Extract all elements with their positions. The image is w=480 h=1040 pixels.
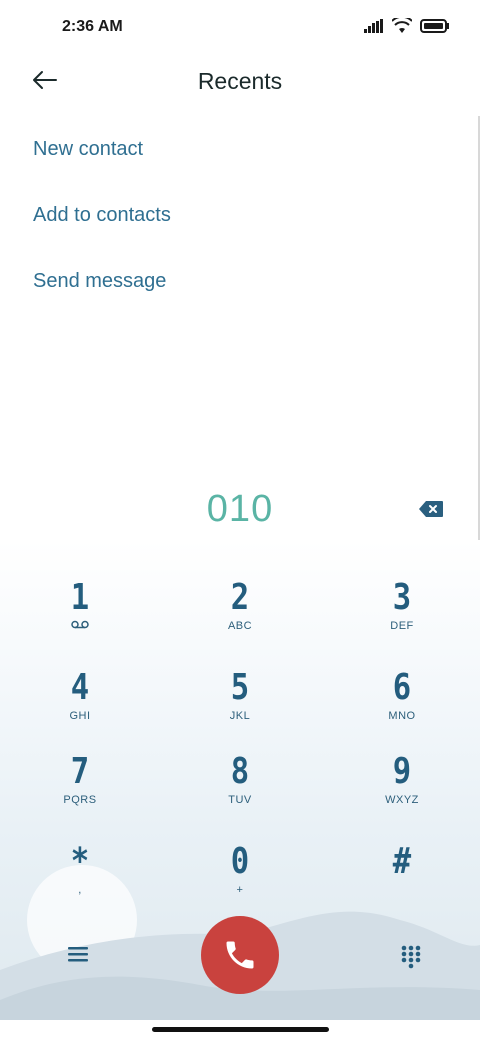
key-3[interactable]: 3 DEF: [337, 578, 467, 648]
key-letters: MNO: [388, 710, 416, 722]
key-digit: 4: [70, 667, 90, 708]
key-digit: 3: [392, 577, 412, 618]
key-letters: TUV: [228, 794, 252, 806]
key-4[interactable]: 4 GHI: [15, 668, 145, 738]
menu-icon: [68, 947, 88, 962]
navigation-bar: [0, 1020, 480, 1040]
home-indicator[interactable]: [152, 1027, 329, 1032]
wifi-icon: [392, 18, 412, 33]
key-letters: JKL: [229, 710, 251, 722]
add-to-contacts-link[interactable]: Add to contacts: [33, 202, 171, 268]
key-letters: ABC: [227, 620, 253, 632]
key-digit: 6: [392, 667, 412, 708]
key-letters: PQRS: [63, 794, 97, 806]
key-digit: 7: [70, 751, 90, 792]
backspace-button[interactable]: [418, 500, 444, 520]
key-digit: 5: [230, 667, 250, 708]
key-letters: DEF: [390, 620, 414, 632]
backspace-icon: [419, 501, 443, 517]
key-hash[interactable]: #: [337, 842, 467, 912]
key-digit: *: [70, 841, 90, 882]
key-letters: +: [236, 884, 244, 896]
keypad-icon: [401, 945, 421, 969]
status-bar: 2:36 AM: [0, 0, 480, 56]
signal-icon: [364, 19, 383, 33]
key-letters: ,: [78, 884, 82, 896]
keypad-toggle-button[interactable]: [400, 944, 422, 972]
key-letters: GHI: [69, 710, 91, 722]
phone-icon: [226, 941, 254, 969]
key-digit: 1: [70, 577, 90, 618]
actions-list: New contact Add to contacts Send message: [33, 136, 171, 334]
key-star[interactable]: * ,: [15, 842, 145, 912]
status-time: 2:36 AM: [62, 18, 123, 35]
battery-icon: [420, 19, 449, 33]
key-0[interactable]: 0 +: [175, 842, 305, 912]
key-7[interactable]: 7 PQRS: [15, 752, 145, 822]
key-1[interactable]: 1: [15, 578, 145, 648]
dialed-number: 010: [206, 488, 274, 530]
status-icons: [364, 18, 450, 34]
key-letters: WXYZ: [385, 794, 419, 806]
call-button[interactable]: [201, 916, 279, 994]
key-digit: #: [392, 841, 412, 882]
key-8[interactable]: 8 TUV: [175, 752, 305, 822]
voicemail-icon: [15, 620, 145, 632]
key-digit: 9: [392, 751, 412, 792]
key-digit: 0: [230, 841, 250, 882]
new-contact-link[interactable]: New contact: [33, 136, 171, 202]
page-title: Recents: [197, 68, 283, 94]
key-9[interactable]: 9 WXYZ: [337, 752, 467, 822]
key-digit: 8: [230, 751, 250, 792]
key-2[interactable]: 2 ABC: [175, 578, 305, 648]
menu-button[interactable]: [66, 944, 92, 966]
key-5[interactable]: 5 JKL: [175, 668, 305, 738]
title-bar: Recents: [0, 56, 480, 108]
key-digit: 2: [230, 577, 250, 618]
key-6[interactable]: 6 MNO: [337, 668, 467, 738]
send-message-link[interactable]: Send message: [33, 268, 171, 334]
